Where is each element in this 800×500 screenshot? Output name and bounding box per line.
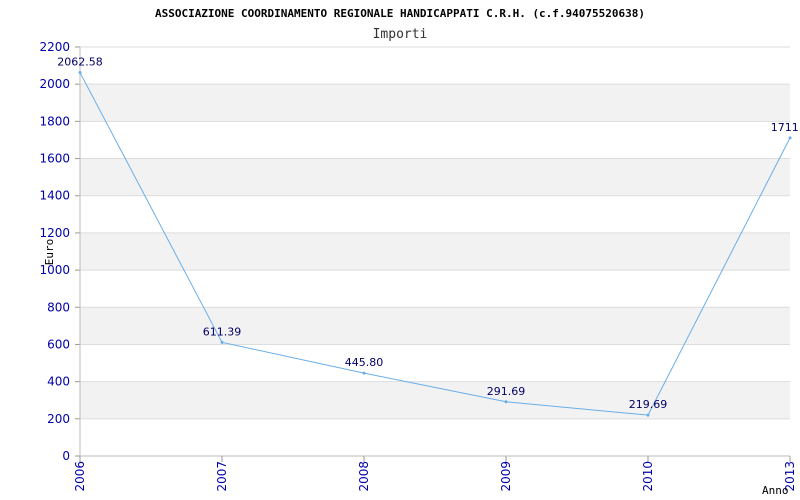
- grid-band: [80, 307, 790, 345]
- data-label: 291.69: [487, 385, 526, 398]
- grid-band: [80, 232, 790, 271]
- y-tick-label: 600: [47, 337, 70, 351]
- chart-title: ASSOCIAZIONE COORDINAMENTO REGIONALE HAN…: [155, 7, 645, 20]
- data-label: 2062.58: [57, 56, 103, 69]
- data-label: 219.69: [629, 398, 668, 411]
- grid-band: [80, 158, 790, 196]
- data-point: [504, 400, 508, 404]
- chart-subtitle: Importi: [373, 27, 428, 42]
- y-tick-label: 2000: [39, 77, 70, 91]
- chart: ASSOCIAZIONE COORDINAMENTO REGIONALE HAN…: [39, 7, 800, 497]
- data-label: 611.39: [203, 325, 242, 338]
- y-tick-label: 0: [62, 449, 70, 463]
- grid-band: [80, 84, 790, 122]
- y-tick-label: 1800: [39, 114, 70, 128]
- data-point: [78, 71, 82, 75]
- data-point: [646, 413, 650, 417]
- data-point: [788, 136, 792, 140]
- y-tick-label: 1200: [39, 226, 70, 240]
- x-tick-label: 2006: [73, 461, 87, 492]
- x-tick-labels: 2006 2007 2008 2009 2010 2013: [73, 461, 797, 492]
- data-label: 1711.4: [771, 121, 800, 134]
- x-axis-label: Anno: [762, 484, 789, 497]
- x-tick-label: 2010: [641, 461, 655, 492]
- plot-bands: [80, 84, 790, 419]
- x-tick-label: 2009: [499, 461, 513, 492]
- y-axis-label: Euro: [43, 239, 56, 266]
- x-tick-label: 2007: [215, 461, 229, 492]
- y-tick-label: 1600: [39, 152, 70, 166]
- data-label: 445.80: [345, 356, 384, 369]
- y-tick-label: 200: [47, 412, 70, 426]
- data-point: [362, 371, 366, 375]
- x-tick-label: 2008: [357, 461, 371, 492]
- data-point: [220, 340, 224, 344]
- y-tick-label: 1400: [39, 189, 70, 203]
- y-tick-label: 800: [47, 300, 70, 314]
- y-tick-label: 2200: [39, 40, 70, 54]
- y-tick-label: 400: [47, 375, 70, 389]
